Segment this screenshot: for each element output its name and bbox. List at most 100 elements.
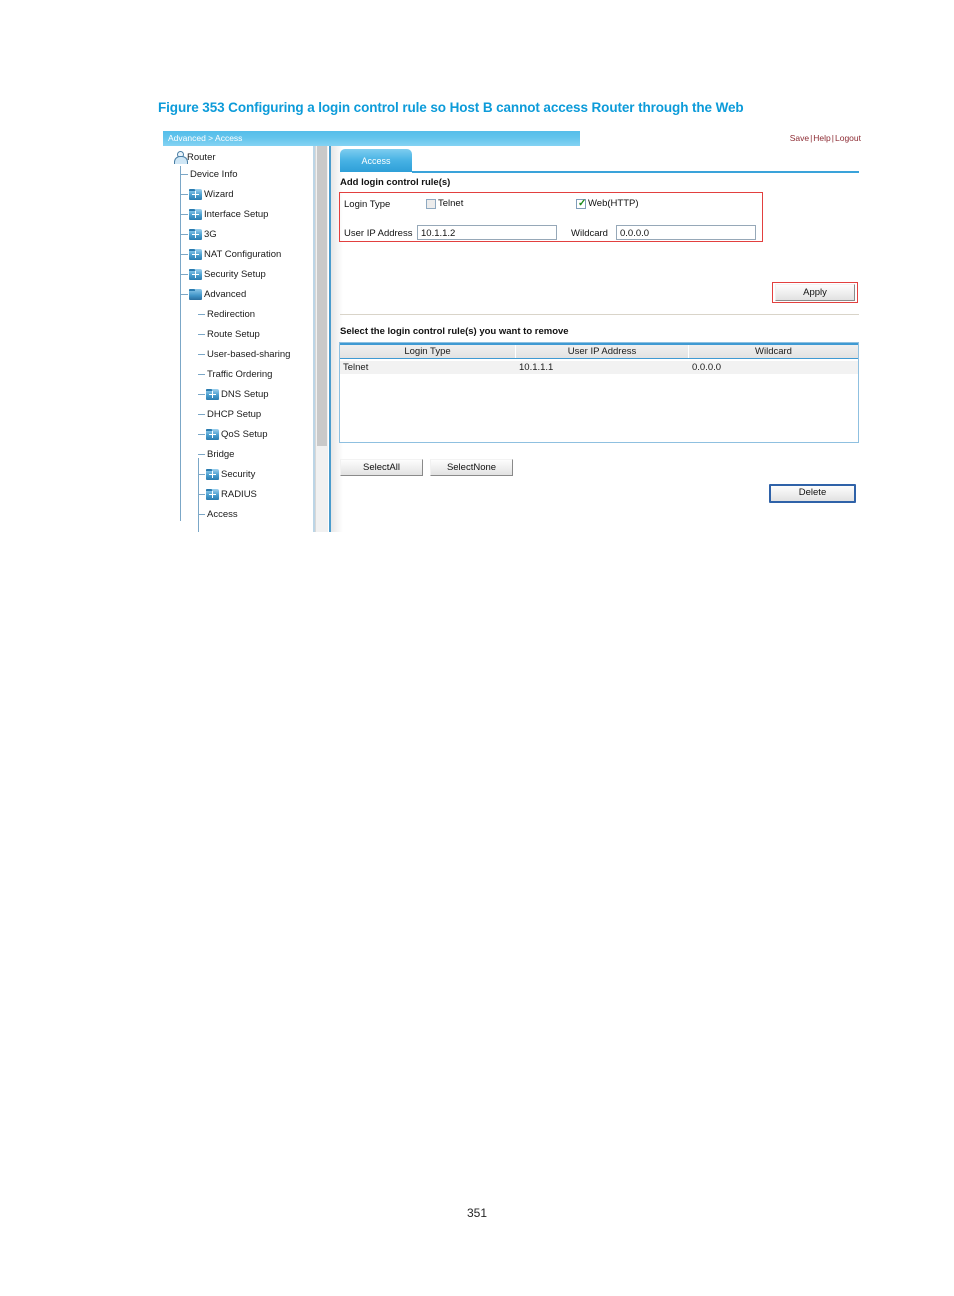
tree-tick-icon [198, 433, 205, 435]
sidebar-scrollbar[interactable] [315, 146, 328, 532]
folder-plus-icon[interactable] [189, 268, 202, 280]
tree-tick-icon [180, 213, 188, 215]
telnet-checkbox[interactable] [426, 198, 436, 209]
sidebar-item-user-based-sharing[interactable]: User-based-sharing [198, 344, 290, 364]
sidebar-item-label: Advanced [204, 288, 247, 300]
section-divider [340, 314, 859, 315]
user-icon [173, 150, 188, 164]
tab-access[interactable]: Access [340, 149, 412, 172]
sidebar-item-label: 3G [204, 228, 217, 240]
table-row[interactable]: Telnet 10.1.1.1 0.0.0.0 [340, 361, 858, 374]
folder-plus-icon[interactable] [206, 468, 219, 480]
sidebar-navigation-tree[interactable]: Router Device Info Wizard Interface Setu… [163, 146, 315, 532]
sidebar-scrollbar-thumb[interactable] [317, 146, 327, 446]
login-type-label: Login Type [344, 199, 391, 210]
sidebar-item-advanced[interactable]: Advanced [180, 284, 246, 304]
wildcard-label: Wildcard [571, 228, 608, 239]
sidebar-item-label: Device Info [190, 168, 238, 180]
sidebar-item-security[interactable]: Security [198, 464, 255, 484]
column-header-user-ip-address: User IP Address [516, 345, 689, 358]
sidebar-item-label: Interface Setup [204, 208, 269, 220]
folder-plus-icon[interactable] [189, 208, 202, 220]
apply-button[interactable]: Apply [775, 284, 855, 301]
main-content-panel: Access Add login control rule(s) Login T… [331, 146, 863, 532]
sidebar-item-dns-setup[interactable]: DNS Setup [198, 384, 269, 404]
sidebar-item-label: NAT Configuration [204, 248, 282, 260]
header-links: Save|Help|Logout [790, 133, 861, 143]
select-all-button[interactable]: SelectAll [340, 459, 423, 476]
folder-plus-icon[interactable] [206, 388, 219, 400]
folder-plus-icon[interactable] [189, 248, 202, 260]
sidebar-item-label: Wizard [204, 188, 234, 200]
remove-rule-section-title: Select the login control rule(s) you wan… [340, 326, 569, 337]
web-http-checkbox[interactable]: ✓ [576, 198, 586, 209]
page-number: 351 [466, 1206, 488, 1220]
sidebar-item-label: Bridge [207, 448, 235, 460]
tree-tick-icon [180, 233, 188, 235]
sidebar-item-dhcp-setup[interactable]: DHCP Setup [198, 404, 261, 424]
breadcrumb: Advanced > Access [168, 133, 243, 143]
sidebar-item-label: User-based-sharing [207, 348, 291, 360]
column-header-login-type: Login Type [340, 345, 516, 358]
help-link[interactable]: Help [813, 133, 830, 143]
web-http-checkbox-row[interactable]: ✓ Web(HTTP) [576, 198, 639, 209]
wildcard-input[interactable]: 0.0.0.0 [616, 225, 756, 240]
folder-plus-icon[interactable] [206, 428, 219, 440]
tree-tick-icon [198, 453, 205, 455]
router-web-ui-screenshot: Advanced > Access Save|Help|Logout Route… [163, 131, 863, 532]
sidebar-item-label: Route Setup [207, 328, 260, 340]
add-rule-section-title: Add login control rule(s) [340, 177, 451, 188]
sidebar-item-radius[interactable]: RADIUS [198, 484, 257, 504]
folder-open-icon[interactable] [189, 288, 202, 300]
logout-link[interactable]: Logout [835, 133, 861, 143]
tree-tick-icon [198, 493, 205, 495]
sidebar-item-traffic-ordering[interactable]: Traffic Ordering [198, 364, 272, 384]
tree-tick-icon [180, 273, 188, 275]
cell-wildcard: 0.0.0.0 [692, 362, 722, 373]
sidebar-item-interface-setup[interactable]: Interface Setup [180, 204, 268, 224]
sidebar-item-route-setup[interactable]: Route Setup [198, 324, 260, 344]
user-ip-address-label: User IP Address [344, 228, 413, 239]
sidebar-item-security-setup[interactable]: Security Setup [180, 264, 266, 284]
sidebar-item-wizard[interactable]: Wizard [180, 184, 234, 204]
sidebar-item-qos-setup[interactable]: QoS Setup [198, 424, 267, 444]
user-ip-address-input[interactable]: 10.1.1.2 [417, 225, 557, 240]
sidebar-root-label: Router [187, 151, 216, 163]
tree-tick-icon [180, 173, 188, 175]
save-link[interactable]: Save [790, 133, 809, 143]
tree-tick-icon [198, 313, 205, 315]
sidebar-item-3g[interactable]: 3G [180, 224, 217, 244]
sidebar-item-router[interactable]: Router [173, 150, 216, 164]
sidebar-item-label: RADIUS [221, 488, 257, 500]
sidebar-item-nat-configuration[interactable]: NAT Configuration [180, 244, 281, 264]
folder-plus-icon[interactable] [206, 488, 219, 500]
tree-tick-icon [180, 293, 188, 295]
figure-caption: Figure 353 Configuring a login control r… [158, 100, 744, 115]
folder-plus-icon[interactable] [189, 188, 202, 200]
login-control-rules-table: Login Type User IP Address Wildcard Teln… [339, 342, 859, 443]
tree-tick-icon [198, 353, 205, 355]
tree-tick-icon [198, 473, 205, 475]
telnet-checkbox-row[interactable]: Telnet [426, 198, 463, 209]
select-none-button[interactable]: SelectNone [430, 459, 513, 476]
sidebar-item-bridge[interactable]: Bridge [198, 444, 234, 464]
sidebar-item-device-info[interactable]: Device Info [180, 164, 238, 184]
tree-tick-icon [180, 193, 188, 195]
cell-user-ip-address: 10.1.1.1 [519, 362, 554, 373]
sidebar-item-label: DNS Setup [221, 388, 269, 400]
tree-tick-icon [198, 333, 205, 335]
tree-tick-icon [198, 413, 205, 415]
cell-login-type: Telnet [343, 362, 369, 373]
sidebar-item-access[interactable]: Access [198, 504, 238, 524]
tree-tick-icon [198, 513, 205, 515]
tree-tick-icon [198, 373, 205, 375]
sidebar-item-label: DHCP Setup [207, 408, 262, 420]
tab-underline [412, 171, 859, 173]
sidebar-item-label: Access [207, 508, 238, 520]
sidebar-item-redirection[interactable]: Redirection [198, 304, 255, 324]
sidebar-item-label: Traffic Ordering [207, 368, 273, 380]
column-header-wildcard: Wildcard [755, 346, 792, 357]
delete-button[interactable]: Delete [769, 484, 856, 503]
top-header-bar: Advanced > Access Save|Help|Logout [163, 131, 863, 146]
folder-plus-icon[interactable] [189, 228, 202, 240]
